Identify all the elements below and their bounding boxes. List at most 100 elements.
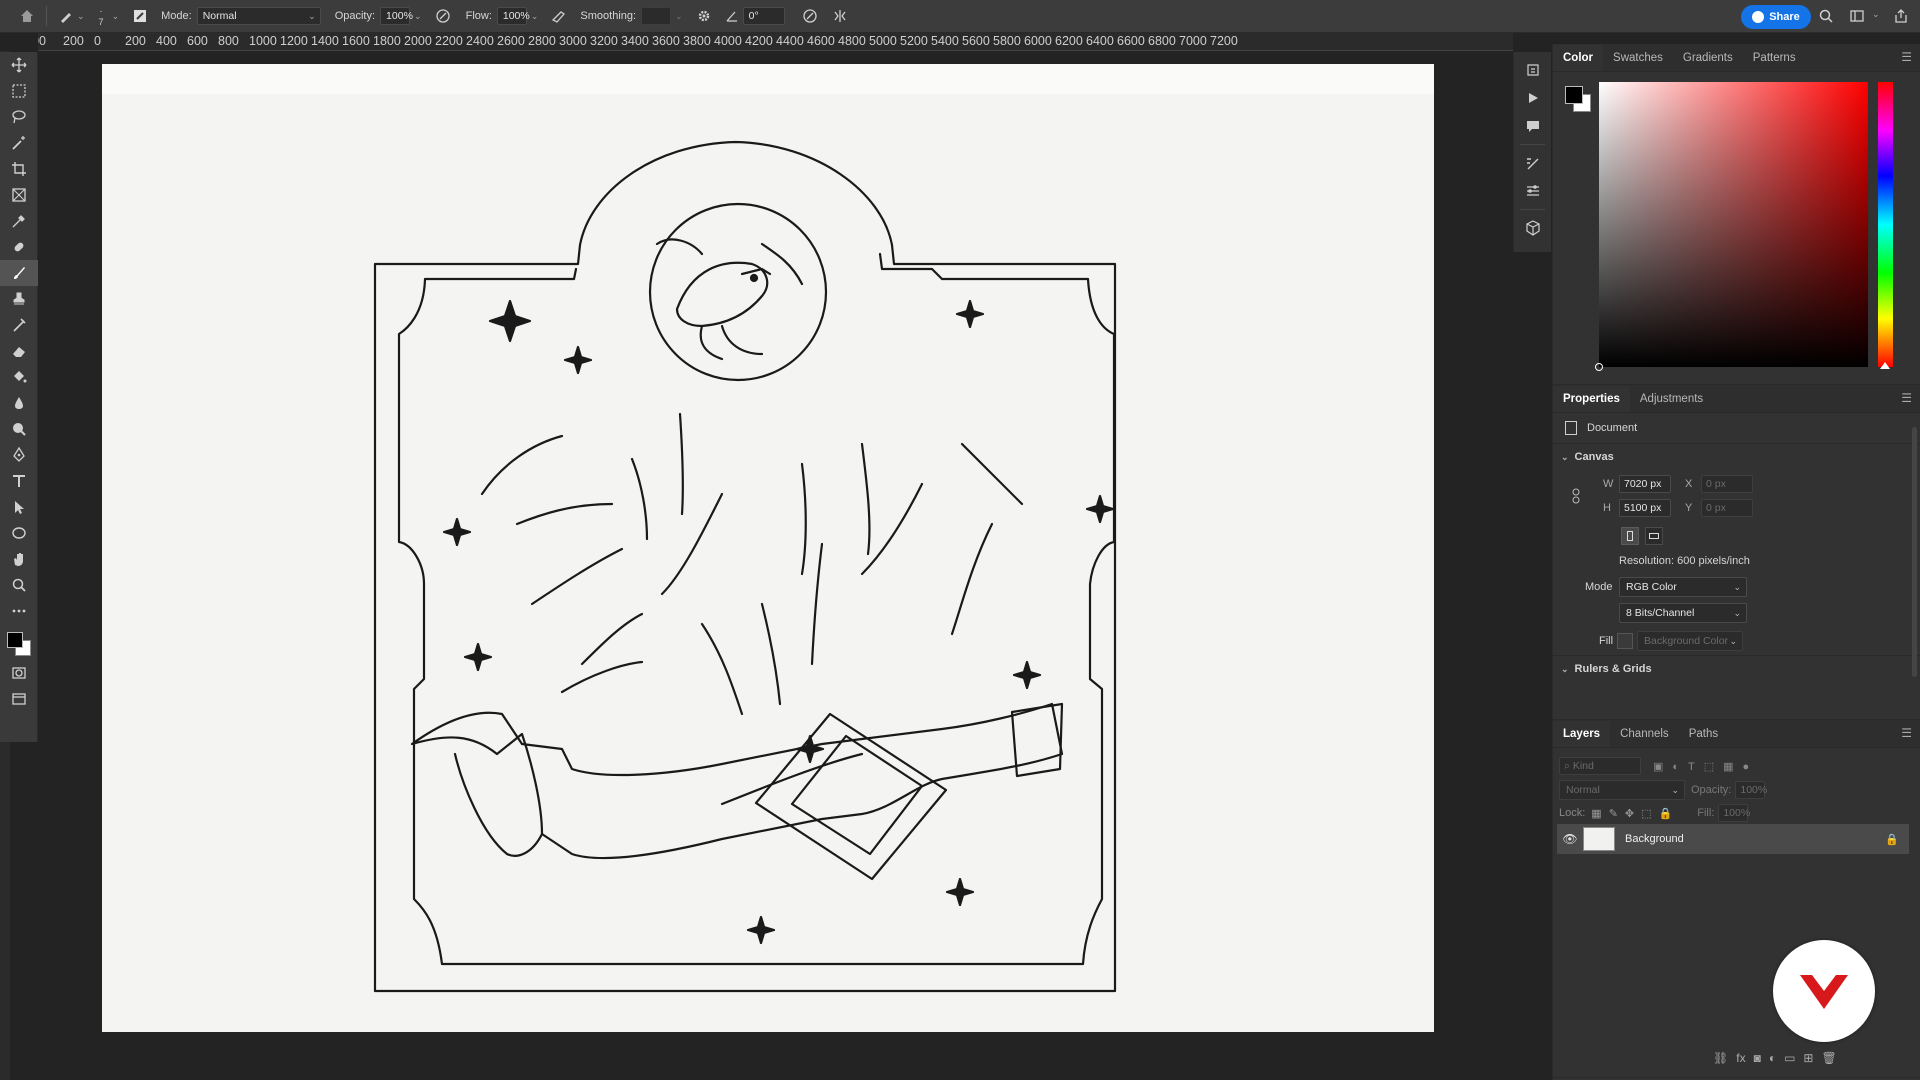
new-layer-icon[interactable]: ⊞	[1803, 1051, 1813, 1065]
color-picker-field[interactable]	[1595, 82, 1868, 371]
document-canvas[interactable]	[102, 64, 1434, 1032]
clone-stamp-icon[interactable]	[0, 286, 38, 312]
layer-name[interactable]: Background	[1625, 833, 1684, 845]
lock-option-icons[interactable]: ▦✎✥⬚🔒	[1591, 807, 1679, 820]
type-tool-icon[interactable]	[0, 468, 38, 494]
adjustment-layer-icon[interactable]: ◐	[1769, 1051, 1776, 1065]
home-icon[interactable]	[16, 5, 38, 27]
more-tools-icon[interactable]	[0, 598, 38, 624]
fx-icon[interactable]: fx	[1736, 1051, 1745, 1065]
pressure-size-icon[interactable]	[799, 5, 821, 27]
properties-scrollbar[interactable]	[1912, 427, 1917, 677]
history-icon[interactable]	[1514, 56, 1552, 84]
mode-select[interactable]: Normal ⌄	[196, 7, 321, 25]
tab-channels[interactable]: Channels	[1610, 721, 1679, 747]
hue-slider-handle[interactable]	[1880, 362, 1890, 369]
canvas-area[interactable]	[38, 52, 1513, 1080]
width-input[interactable]: 7020 px	[1619, 475, 1671, 493]
height-input[interactable]: 5100 px	[1619, 499, 1671, 517]
picker-cursor[interactable]	[1595, 363, 1603, 371]
eyedropper-icon[interactable]	[0, 208, 38, 234]
foreground-color-swatch[interactable]	[7, 632, 23, 648]
smoothing-gear-icon[interactable]	[693, 5, 715, 27]
layer-kind-filter[interactable]: ⌕ Kind	[1559, 757, 1641, 775]
delete-layer-icon[interactable]: 🗑	[1821, 1051, 1836, 1065]
chevron-down-icon[interactable]: ⌄	[531, 11, 539, 22]
panel-menu-icon[interactable]: ☰	[1901, 50, 1912, 64]
search-icon[interactable]	[1815, 5, 1837, 27]
chevron-down-icon[interactable]: ⌄	[414, 11, 422, 22]
comments-icon[interactable]	[1514, 112, 1552, 140]
layer-opacity-input[interactable]: 100%	[1735, 781, 1767, 799]
frame-tool-icon[interactable]	[0, 182, 38, 208]
adjustments-icon[interactable]	[1514, 177, 1552, 205]
blur-tool-icon[interactable]	[0, 390, 38, 416]
airbrush-icon[interactable]	[548, 5, 570, 27]
screen-mode-icon[interactable]	[0, 686, 38, 712]
eraser-icon[interactable]	[0, 338, 38, 364]
tab-layers[interactable]: Layers	[1553, 721, 1611, 747]
zoom-tool-icon[interactable]	[0, 572, 38, 598]
lasso-tool-icon[interactable]	[0, 104, 38, 130]
foreground-color-swatch[interactable]	[1565, 86, 1583, 104]
fill-color-swatch[interactable]	[1617, 633, 1633, 649]
chevron-down-icon[interactable]: ⌄	[675, 11, 683, 22]
history-brush-icon[interactable]	[0, 312, 38, 338]
color-swatches[interactable]	[0, 624, 37, 660]
pressure-opacity-icon[interactable]	[432, 5, 454, 27]
paint-bucket-icon[interactable]	[0, 364, 38, 390]
smoothing-input[interactable]	[641, 7, 672, 25]
crop-tool-icon[interactable]	[0, 156, 38, 182]
chevron-down-icon[interactable]: ⌄	[1561, 452, 1569, 463]
tab-gradients[interactable]: Gradients	[1673, 45, 1743, 71]
portrait-orientation-icon[interactable]	[1621, 527, 1639, 545]
brush-settings-panel-icon[interactable]	[1514, 149, 1552, 177]
brush-preset-icon[interactable]	[55, 5, 77, 27]
workspace-icon[interactable]	[1846, 5, 1868, 27]
tab-properties[interactable]: Properties	[1553, 386, 1630, 412]
link-dimensions-icon[interactable]	[1571, 488, 1581, 504]
add-mask-icon[interactable]: ◙	[1754, 1051, 1761, 1065]
layer-blend-mode-select[interactable]: Normal ⌄	[1559, 780, 1685, 800]
panel-menu-icon[interactable]: ☰	[1901, 726, 1912, 740]
3d-cube-icon[interactable]	[1514, 214, 1552, 242]
chevron-down-icon[interactable]: ⌄	[77, 11, 85, 22]
hand-tool-icon[interactable]	[0, 546, 38, 572]
symmetry-icon[interactable]	[829, 5, 851, 27]
y-input[interactable]: 0 px	[1701, 499, 1753, 517]
layer-filter-icons[interactable]: ▣◐T⬚▦●	[1653, 760, 1758, 773]
chevron-down-icon[interactable]: ⌄	[1561, 664, 1569, 675]
quick-mask-icon[interactable]	[0, 660, 38, 686]
rulers-grids-section-title[interactable]: Rulers & Grids	[1575, 663, 1652, 675]
tab-paths[interactable]: Paths	[1679, 721, 1728, 747]
angle-input[interactable]: 0°	[742, 7, 785, 25]
brush-tool-icon[interactable]	[0, 260, 38, 286]
healing-brush-icon[interactable]	[0, 234, 38, 260]
dodge-tool-icon[interactable]	[0, 416, 38, 442]
brush-settings-icon[interactable]	[129, 5, 151, 27]
link-layers-icon[interactable]: ⛓	[1713, 1051, 1728, 1065]
tab-color[interactable]: Color	[1553, 45, 1604, 71]
x-input[interactable]: 0 px	[1701, 475, 1753, 493]
opacity-input[interactable]: 100%	[380, 7, 413, 25]
tab-adjustments[interactable]: Adjustments	[1630, 386, 1713, 412]
play-actions-icon[interactable]	[1514, 84, 1552, 112]
brush-size-value[interactable]: 7	[99, 17, 104, 27]
hue-slider[interactable]	[1878, 82, 1893, 367]
magic-wand-icon[interactable]	[0, 130, 38, 156]
layer-row[interactable]: 👁 Background 🔒	[1557, 824, 1909, 854]
fill-select[interactable]: Background Color ⌄	[1637, 631, 1743, 651]
pen-tool-icon[interactable]	[0, 442, 38, 468]
flow-input[interactable]: 100%	[496, 7, 530, 25]
eye-icon[interactable]: 👁	[1557, 832, 1583, 846]
path-selection-icon[interactable]	[0, 494, 38, 520]
share-button[interactable]: Share	[1741, 5, 1811, 29]
move-tool-icon[interactable]	[0, 52, 38, 78]
layer-fill-input[interactable]: 100%	[1718, 804, 1750, 822]
horizontal-ruler[interactable]: 0020002004006008001000120014001600180020…	[38, 33, 1513, 51]
bit-depth-select[interactable]: 8 Bits/Channel ⌄	[1619, 603, 1747, 623]
color-mode-select[interactable]: RGB Color ⌄	[1619, 577, 1747, 597]
chevron-down-icon[interactable]: ⌄	[112, 11, 120, 22]
new-group-icon[interactable]: ▭	[1784, 1051, 1795, 1065]
chevron-down-icon[interactable]: ⌄	[1872, 9, 1880, 20]
